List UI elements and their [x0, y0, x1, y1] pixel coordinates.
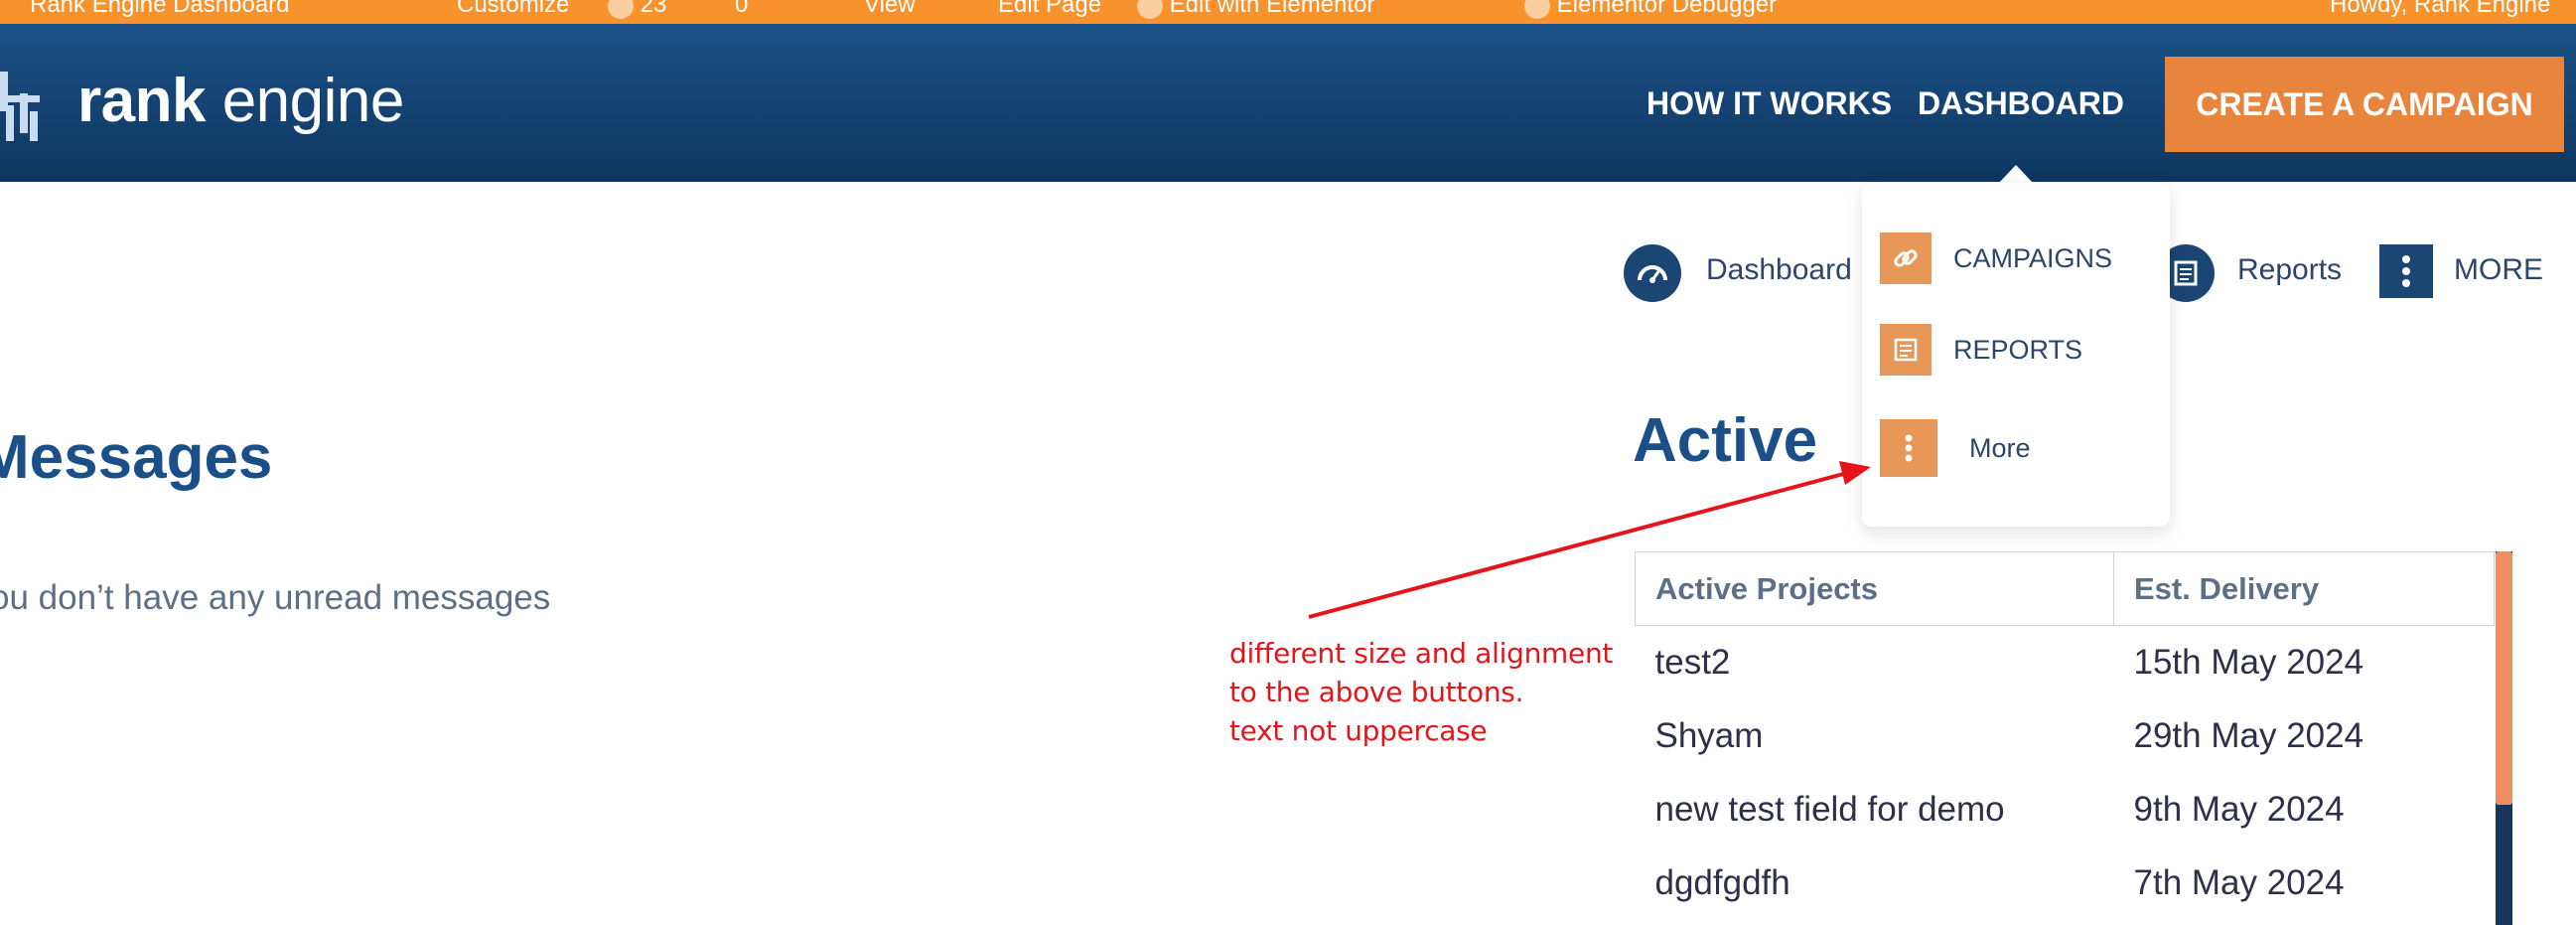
annotation-line: text not uppercase [1229, 714, 1488, 747]
table-row[interactable]: Shyam 29th May 2024 [1636, 699, 2495, 773]
elementor-label: Edit with Elementor [1169, 0, 1375, 18]
messages-heading: Messages [0, 423, 273, 492]
admin-bar-view[interactable]: View [864, 0, 916, 19]
annotation-note: different size and alignment to the abov… [1229, 634, 1613, 750]
subnav-dashboard[interactable]: Dashboard [1706, 253, 1852, 287]
admin-bar-account[interactable]: Howdy, Rank Engine [2330, 0, 2550, 19]
dropdown-label-reports: REPORTS [1953, 334, 2083, 365]
admin-bar-updates[interactable]: 23 [608, 0, 666, 19]
table-row[interactable]: test2 15th May 2024 [1636, 626, 2495, 699]
dropdown-label-campaigns: CAMPAIGNS [1953, 242, 2113, 273]
report-icon [1880, 324, 1932, 376]
project-name[interactable]: Shyam [1636, 699, 2114, 773]
updates-count: 23 [640, 0, 667, 18]
annotation-line: different size and alignment [1229, 637, 1614, 670]
column-header-projects: Active Projects [1635, 551, 2114, 626]
logo-wordmark[interactable]: rank engine [77, 66, 404, 136]
active-heading: Active [1633, 406, 1818, 475]
delivery-date: 15th May 2024 [2133, 642, 2364, 682]
debugger-label: Elementor Debugger [1556, 0, 1778, 18]
table-row[interactable]: dgdfgdfh 7th May 2024 [1636, 847, 2495, 920]
admin-bar-customize[interactable]: Customize [457, 0, 569, 19]
site-header: rank engine HOW IT WORKS DASHBOARD CREAT… [0, 24, 2576, 182]
table-row[interactable]: new test field for demo 9th May 2024 [1636, 773, 2495, 847]
dropdown-item-campaigns[interactable]: CAMPAIGNS [1880, 232, 2112, 284]
delivery-date: 29th May 2024 [2133, 715, 2364, 755]
delivery-date: 7th May 2024 [2133, 862, 2345, 902]
project-name[interactable]: test2 [1636, 626, 2114, 699]
project-name[interactable]: dgdfgdfh [1636, 847, 2114, 920]
link-icon [1880, 232, 1932, 284]
logo-light: engine [205, 67, 405, 135]
dropdown-caret [1999, 165, 2033, 183]
nav-dashboard[interactable]: DASHBOARD [1918, 85, 2124, 122]
subnav-more[interactable]: MORE [2454, 253, 2543, 287]
elementor-icon [1137, 0, 1163, 19]
table-header-row: Active Projects Est. Delivery [1635, 551, 2495, 626]
subnav-reports[interactable]: Reports [2237, 253, 2342, 287]
dropdown-item-reports[interactable]: REPORTS [1880, 324, 2082, 376]
column-header-delivery: Est. Delivery [2113, 551, 2495, 626]
more-vertical-icon[interactable] [2379, 244, 2433, 298]
create-campaign-button[interactable]: CREATE A CAMPAIGN [2165, 57, 2564, 152]
logo-bold: rank [77, 67, 206, 135]
debugger-icon [1524, 0, 1550, 19]
dropdown-item-more[interactable]: More [1880, 419, 2031, 477]
nav-how-it-works[interactable]: HOW IT WORKS [1646, 85, 1892, 122]
more-vertical-icon [1880, 419, 1937, 477]
admin-bar-debugger[interactable]: Elementor Debugger [1524, 0, 1777, 19]
admin-bar-site-link[interactable]: Rank Engine Dashboard [30, 0, 290, 19]
dashboard-dropdown-menu: CAMPAIGNS REPORTS More [1862, 183, 2170, 527]
dashboard-gauge-icon[interactable] [1624, 244, 1681, 302]
updates-icon [608, 0, 634, 19]
admin-bar-edit-page[interactable]: Edit Page [998, 0, 1101, 19]
comments-count: 0 [735, 0, 749, 18]
annotation-line: to the above buttons. [1229, 676, 1524, 708]
project-name[interactable]: new test field for demo [1636, 773, 2114, 847]
admin-bar-comments[interactable]: 0 [735, 0, 748, 19]
delivery-date: 9th May 2024 [2133, 789, 2345, 829]
admin-bar-elementor[interactable]: Edit with Elementor [1137, 0, 1374, 19]
admin-bar: Rank Engine Dashboard Customize 23 0 Vie… [0, 0, 2576, 24]
active-projects-table: Active Projects Est. Delivery test2 15th… [1635, 551, 2495, 920]
dropdown-label-more: More [1969, 432, 2031, 463]
messages-empty-text: ou don’t have any unread messages [0, 578, 551, 617]
table-scrollbar-thumb[interactable] [2496, 551, 2512, 805]
